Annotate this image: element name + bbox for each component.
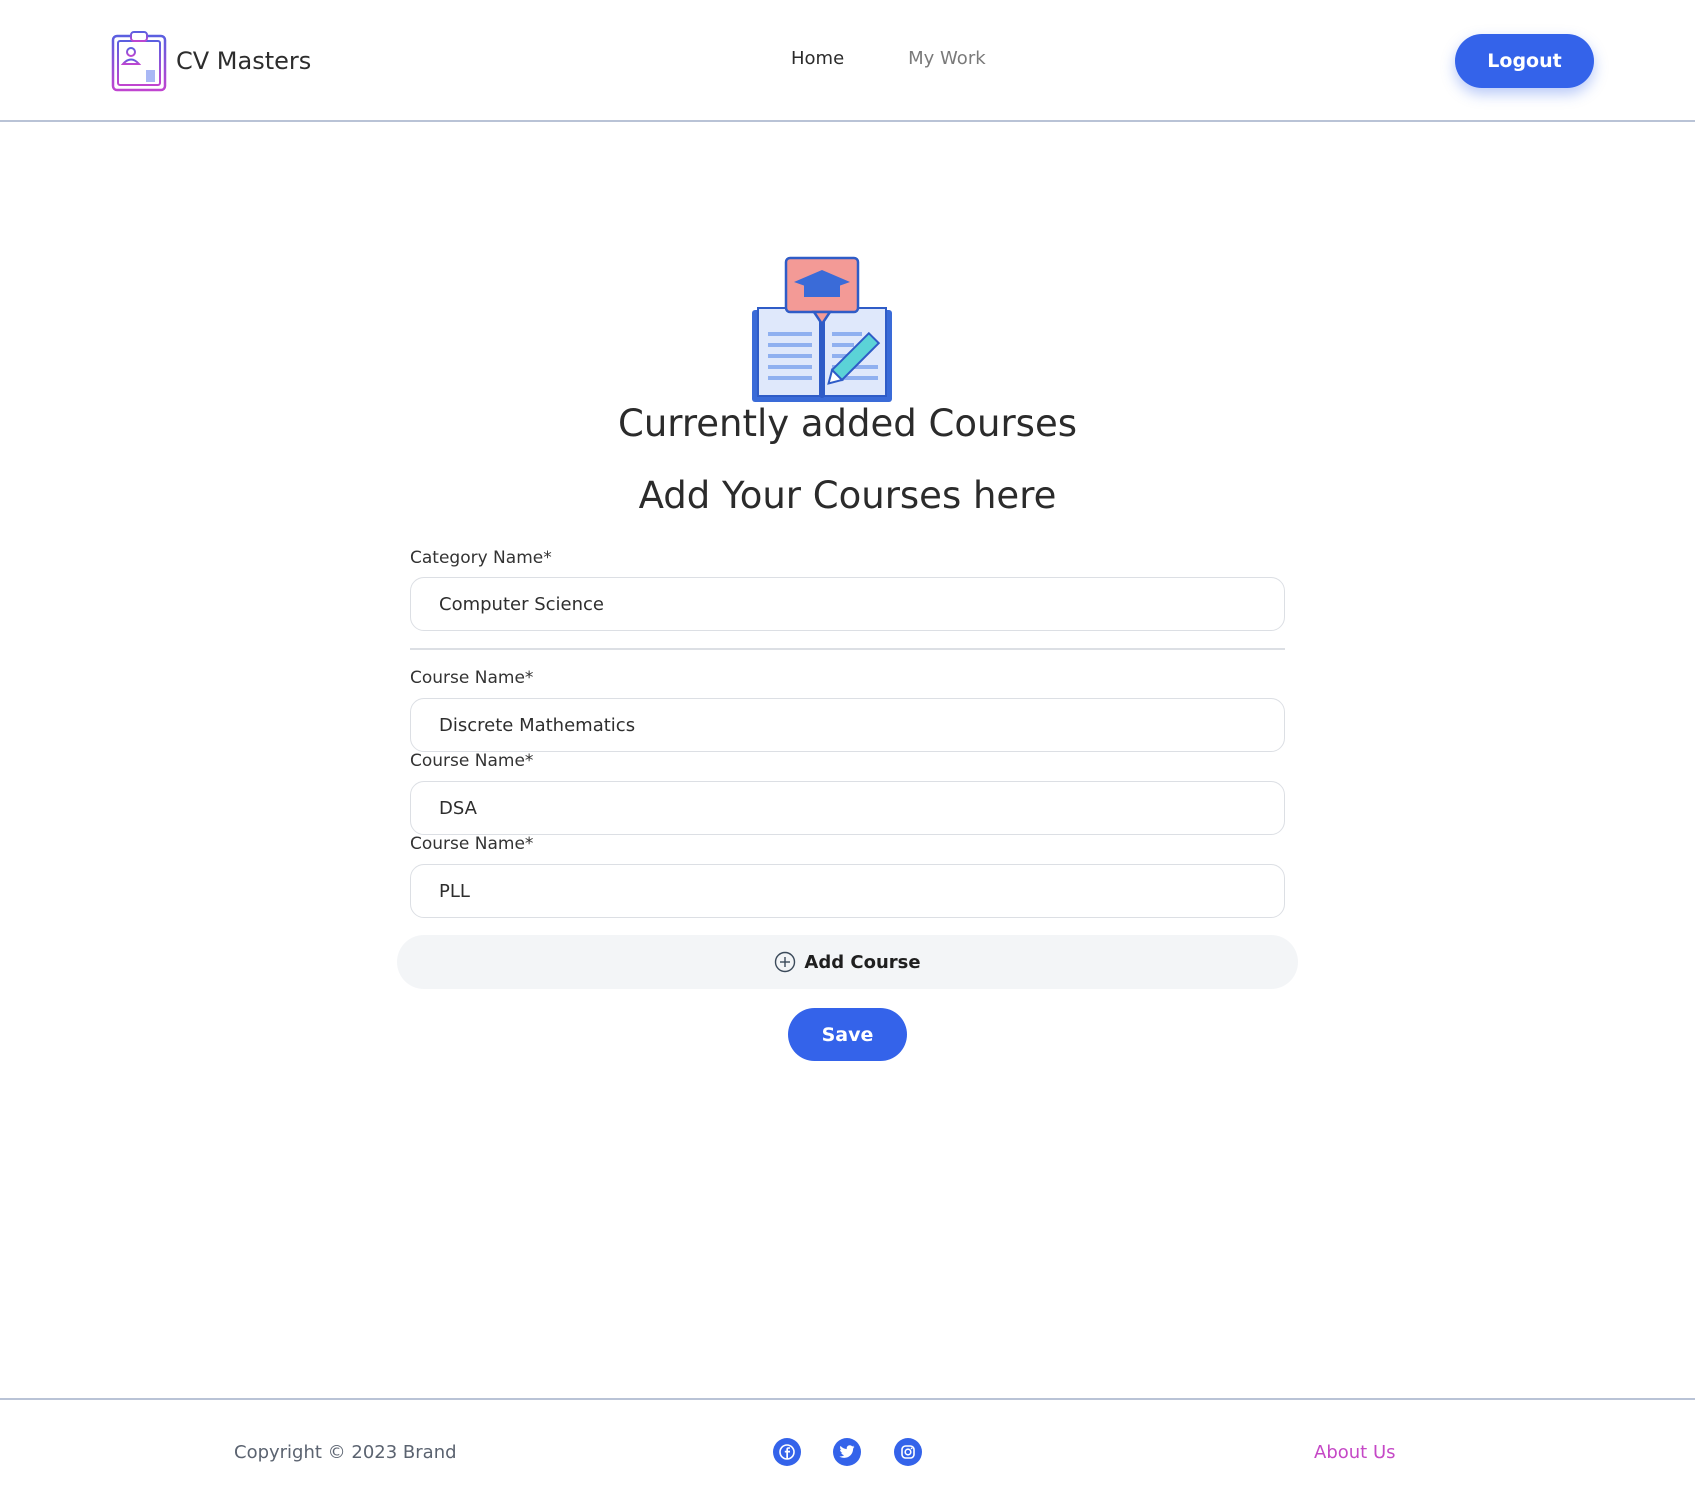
instagram-link[interactable] — [894, 1438, 922, 1466]
brand[interactable]: CV Masters — [110, 30, 311, 92]
course-name-label: Course Name* — [410, 668, 534, 688]
add-course-button[interactable]: Add Course — [397, 935, 1298, 989]
course-name-input[interactable] — [410, 781, 1285, 835]
main-nav: Home My Work — [791, 48, 986, 69]
site-header: CV Masters Home My Work Logout — [0, 0, 1695, 122]
course-name-label: Course Name* — [410, 834, 534, 854]
copyright-text: Copyright © 2023 Brand — [234, 1442, 457, 1463]
logout-button[interactable]: Logout — [1455, 34, 1594, 88]
save-button[interactable]: Save — [788, 1008, 907, 1061]
category-name-label: Category Name* — [410, 548, 552, 568]
about-us-link[interactable]: About Us — [1314, 1442, 1396, 1463]
nav-my-work[interactable]: My Work — [908, 48, 985, 69]
page-title: Currently added Courses — [617, 402, 1077, 445]
brand-name: CV Masters — [176, 47, 312, 75]
course-name-input[interactable] — [410, 698, 1285, 752]
category-name-input[interactable] — [410, 577, 1285, 631]
facebook-link[interactable] — [773, 1438, 801, 1466]
facebook-icon — [779, 1444, 795, 1460]
twitter-link[interactable] — [833, 1438, 861, 1466]
site-footer: Copyright © 2023 Brand About Us — [0, 1398, 1695, 1501]
instagram-icon — [901, 1445, 915, 1459]
page-subtitle: Add Your Courses here — [638, 474, 1057, 517]
divider — [410, 648, 1285, 650]
add-course-label: Add Course — [804, 951, 921, 973]
book-graduation-icon — [752, 256, 892, 402]
plus-circle-icon — [775, 951, 796, 973]
twitter-icon — [839, 1445, 855, 1458]
nav-home[interactable]: Home — [791, 48, 844, 69]
course-name-input[interactable] — [410, 864, 1285, 918]
course-name-label: Course Name* — [410, 751, 534, 771]
clipboard-resume-icon — [111, 31, 167, 92]
